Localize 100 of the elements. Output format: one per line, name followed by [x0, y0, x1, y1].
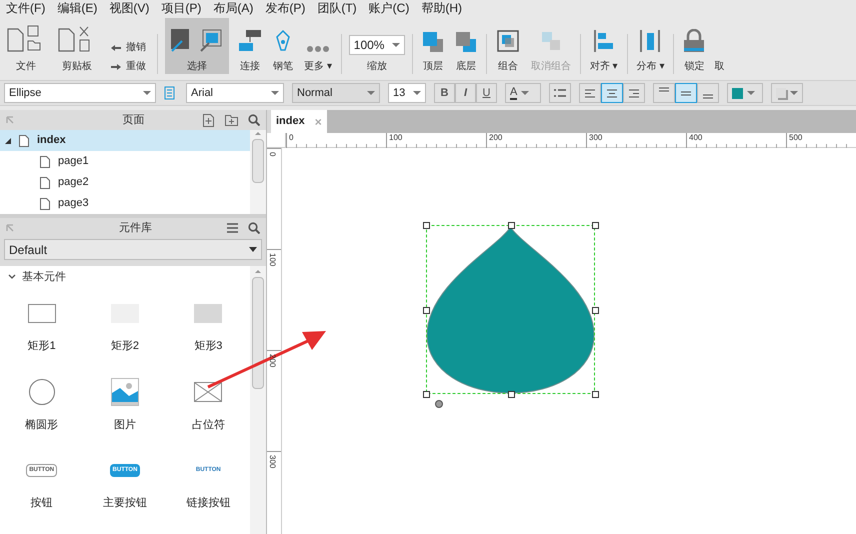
- toolbar-button[interactable]: 更多 ▾: [302, 18, 334, 74]
- menu-item[interactable]: 布局(A): [213, 2, 254, 14]
- underline-button[interactable]: U: [476, 83, 497, 103]
- menu-item[interactable]: 视图(V): [109, 2, 150, 14]
- send-to-back-icon: [454, 31, 477, 53]
- page-tree-item[interactable]: page1: [0, 151, 250, 172]
- add-page-icon[interactable]: [203, 114, 215, 126]
- search-icon[interactable]: [248, 222, 260, 234]
- widget-label[interactable]: 链接按钮: [186, 495, 230, 512]
- text-align-button[interactable]: [623, 83, 645, 103]
- dropdown-arrow-icon: [367, 91, 375, 95]
- italic-button[interactable]: I: [455, 83, 476, 103]
- dropdown-arrow-icon: [413, 91, 421, 95]
- rotate-handle[interactable]: [435, 400, 443, 408]
- align-lines-icon: [703, 94, 713, 99]
- align-lines-icon: [607, 88, 617, 98]
- widget-label[interactable]: 图片: [114, 416, 136, 433]
- redo-button[interactable]: 重做: [110, 59, 146, 74]
- color-swatch: [732, 88, 743, 98]
- resize-handle[interactable]: [592, 391, 599, 398]
- teardrop-shape[interactable]: [426, 225, 595, 394]
- scrollbar-thumb[interactable]: [252, 139, 264, 183]
- shadow-button[interactable]: [771, 83, 803, 103]
- vertical-align-button[interactable]: [653, 83, 675, 103]
- menu-item[interactable]: 发布(P): [265, 2, 306, 14]
- scroll-up-icon[interactable]: [255, 270, 261, 273]
- zoom-field[interactable]: 100%: [348, 35, 405, 55]
- widget-label[interactable]: 按钮: [30, 495, 53, 512]
- align-lines-icon: [681, 90, 691, 96]
- toolbar-button[interactable]: 文件: [4, 18, 48, 74]
- vertical-align-button[interactable]: [675, 83, 697, 103]
- widget-label[interactable]: 矩形3: [194, 338, 222, 354]
- resize-handle[interactable]: [592, 307, 599, 314]
- align-lines-icon: [659, 87, 669, 92]
- toolbar-button[interactable]: 组合: [494, 18, 522, 74]
- toolbar-button[interactable]: 顶层: [420, 18, 446, 74]
- menu-icon[interactable]: [227, 223, 238, 233]
- scrollbar[interactable]: [250, 130, 266, 214]
- widget-label[interactable]: 矩形2: [110, 338, 140, 354]
- menu-item[interactable]: 项目(P): [161, 2, 202, 14]
- widget-label[interactable]: 矩形1: [28, 338, 56, 354]
- rectangle-icon: [194, 304, 222, 322]
- font-family-dropdown[interactable]: Arial: [186, 83, 284, 103]
- font-size-dropdown[interactable]: 13: [388, 83, 426, 103]
- toolbar-button[interactable]: 取: [714, 59, 724, 74]
- undo-button[interactable]: 撤销: [110, 40, 146, 55]
- toolbar-button[interactable]: 剪贴板: [55, 18, 99, 74]
- toolbar-button[interactable]: 对齐 ▾: [588, 18, 620, 74]
- page-tree-item[interactable]: index: [0, 130, 250, 151]
- widget-name-field[interactable]: Ellipse: [4, 83, 156, 103]
- shadow-icon: [776, 88, 786, 98]
- align-left-icon: [592, 29, 615, 53]
- fill-color-button[interactable]: [727, 83, 763, 103]
- widget-label[interactable]: 椭圆形: [25, 416, 58, 433]
- image-icon: [110, 378, 139, 406]
- menu-item[interactable]: 团队(T): [317, 2, 357, 14]
- menu-item[interactable]: 编辑(E): [57, 2, 98, 14]
- text-align-button[interactable]: [579, 83, 601, 103]
- search-icon[interactable]: [248, 114, 260, 126]
- add-folder-icon[interactable]: [225, 114, 238, 126]
- widget-label[interactable]: 占位符: [192, 416, 225, 433]
- toolbar-button[interactable]: 分布 ▾: [634, 18, 666, 74]
- horizontal-ruler: 0 100 200 300 400 500: [286, 133, 856, 147]
- resize-handle[interactable]: [508, 222, 514, 229]
- bold-button[interactable]: B: [434, 83, 455, 103]
- page-tree-item[interactable]: page3: [0, 193, 250, 214]
- expand-icon[interactable]: [5, 138, 11, 144]
- align-lines-icon: [585, 88, 595, 98]
- resize-handle[interactable]: [423, 391, 430, 398]
- library-dropdown[interactable]: Default: [4, 239, 262, 260]
- widget-label[interactable]: 主要按钮: [102, 495, 147, 512]
- resize-handle[interactable]: [508, 391, 514, 398]
- text-align-button[interactable]: [601, 83, 623, 103]
- resize-handle[interactable]: [423, 307, 430, 314]
- bullet-list-button[interactable]: [549, 83, 571, 103]
- page-tree-item[interactable]: page2: [0, 172, 250, 193]
- toolbar-button[interactable]: 钢笔: [271, 18, 295, 74]
- bring-to-front-icon: [422, 31, 444, 53]
- menu-item[interactable]: 账户(C): [368, 2, 410, 14]
- resize-handle[interactable]: [592, 222, 599, 229]
- align-lines-icon: [629, 88, 639, 98]
- font-weight-dropdown[interactable]: Normal: [292, 83, 380, 103]
- menu-item[interactable]: 文件(F): [6, 2, 46, 14]
- toolbar-button[interactable]: 锁定: [681, 18, 708, 74]
- design-canvas[interactable]: [282, 148, 856, 534]
- chevron-icon: [8, 274, 16, 280]
- scrollbar-thumb[interactable]: [252, 277, 264, 389]
- toolbar-button[interactable]: 选择: [165, 18, 229, 74]
- font-color-button[interactable]: A: [505, 83, 541, 103]
- menu-item[interactable]: 帮助(H): [421, 2, 462, 14]
- vertical-align-button[interactable]: [697, 83, 719, 103]
- document-tab[interactable]: index ×: [271, 110, 327, 133]
- page-icon: [19, 134, 29, 146]
- toolbar-button[interactable]: 底层: [452, 18, 479, 74]
- section-header[interactable]: 基本元件: [0, 266, 250, 288]
- scrollbar[interactable]: [250, 266, 266, 534]
- dropdown-arrow-icon: [392, 43, 400, 47]
- scroll-up-icon[interactable]: [255, 132, 261, 135]
- resize-handle[interactable]: [423, 222, 430, 229]
- toolbar-button[interactable]: 连接: [236, 18, 264, 74]
